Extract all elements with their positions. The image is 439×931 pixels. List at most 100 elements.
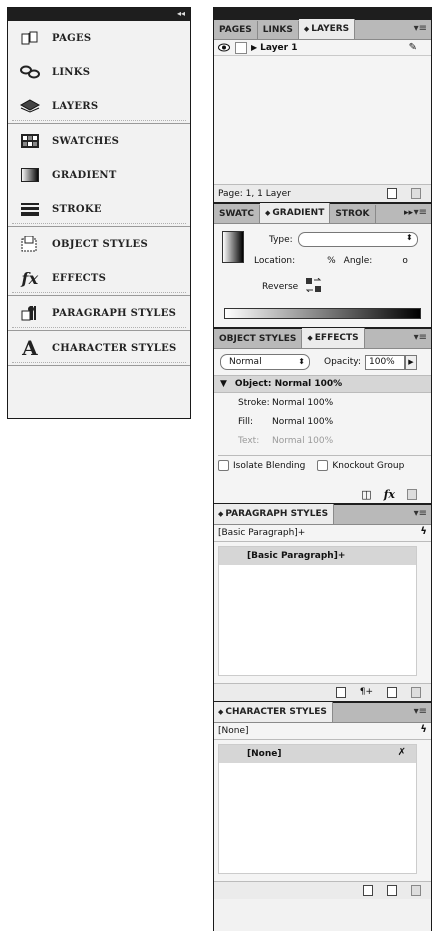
reverse-icon[interactable] [305, 277, 322, 295]
eye-icon[interactable] [217, 41, 231, 55]
tab-pages[interactable]: PAGES [214, 21, 258, 39]
tab-label: GRADIENT [272, 208, 325, 218]
tab-links[interactable]: LINKS [258, 21, 299, 39]
effects-panel: OBJECT STYLES ◆ EFFECTS ▾≡ Normal ⬍ Opaci… [214, 328, 431, 505]
dock-item-character-styles[interactable]: A CHARACTER STYLES [8, 331, 190, 365]
dock-item-label: CHARACTER STYLES [52, 342, 177, 354]
gradient-ramp[interactable] [224, 308, 421, 319]
new-style-icon[interactable] [387, 885, 397, 896]
character-style-list: [None] ✗ [218, 744, 417, 874]
lightning-icon[interactable]: ϟ [420, 526, 427, 537]
panel-group-1: PAGES LINKS LAYERS [8, 21, 190, 124]
type-label: Type: [269, 234, 293, 245]
layer-row[interactable]: ▶ Layer 1 ✎ [214, 40, 431, 56]
trash-icon[interactable] [411, 687, 421, 698]
gradient-panel: SWATC ◆ GRADIENT STROK ▸▸ ▾≡ Type: ⬍ Loca… [214, 203, 431, 329]
expand-triangle-icon[interactable]: ▶ [251, 43, 257, 52]
clear-overrides-icon[interactable]: ¶+ [360, 687, 373, 698]
trash-icon[interactable] [411, 188, 421, 199]
new-style-group-icon[interactable] [363, 885, 373, 896]
trash-icon[interactable] [411, 885, 421, 896]
dock-item-effects[interactable]: fx EFFECTS [8, 261, 190, 295]
row-value: Normal 100% [272, 435, 334, 446]
opacity-field[interactable]: 100% [365, 354, 405, 370]
dock-item-label: LAYERS [52, 100, 99, 112]
gradient-body: Type: ⬍ Location: % Angle: o Reverse [214, 224, 431, 328]
tab-label: LAYERS [311, 24, 350, 34]
effects-object-row[interactable]: ▼ Object: Normal 100% [214, 375, 431, 393]
panel-menu-icon[interactable]: ▾≡ [414, 23, 427, 34]
tab-object-styles[interactable]: OBJECT STYLES [214, 330, 303, 348]
blend-row: Normal ⬍ Opacity: 100% ▶ [220, 354, 417, 370]
select-arrow-icon: ⬍ [298, 357, 305, 366]
object-styles-icon [20, 235, 40, 253]
isolate-blending-checkbox[interactable] [218, 460, 229, 471]
dock-item-stroke[interactable]: STROKE [8, 192, 190, 226]
dock-item-paragraph-styles[interactable]: PARAGRAPH STYLES [8, 296, 190, 330]
panel-footer: ¶+ [214, 683, 431, 701]
panel-group-2: SWATCHES GRADIENT STROKE [8, 124, 190, 227]
panel-menu-icon[interactable]: ▾≡ [414, 706, 427, 717]
type-select[interactable]: ⬍ [297, 232, 418, 247]
stroke-icon [20, 200, 40, 218]
panel-menu-icon[interactable]: ▾≡ [414, 207, 427, 218]
gradient-swatch[interactable] [222, 231, 244, 263]
tab-character-styles[interactable]: ◆ CHARACTER STYLES [214, 702, 333, 722]
list-item[interactable]: [None] ✗ [219, 745, 416, 763]
panel-group-3: OBJECT STYLES fx EFFECTS [8, 227, 190, 296]
reverse-label: Reverse [262, 281, 299, 292]
fx-icon[interactable]: fx [384, 488, 395, 501]
list-item[interactable]: [Basic Paragraph]+ [219, 547, 416, 565]
clear-effects-icon[interactable]: ◫ [361, 488, 371, 501]
angle-unit: o [402, 256, 408, 266]
trash-icon[interactable] [407, 489, 417, 500]
effects-fill-row[interactable]: Fill: Normal 100% [214, 412, 431, 431]
knockout-group-checkbox[interactable] [317, 460, 329, 471]
tab-swatches[interactable]: SWATC [214, 205, 261, 223]
character-styles-panel: ◆ CHARACTER STYLES ▾≡ [None] ϟ [None] ✗ [214, 702, 431, 899]
row-value: Normal 100% [272, 397, 334, 408]
tab-gradient[interactable]: ◆ GRADIENT [260, 203, 331, 223]
tab-layers[interactable]: ◆ LAYERS [298, 19, 356, 39]
dock-item-label: LINKS [52, 66, 91, 78]
dock-item-label: PARAGRAPH STYLES [52, 307, 177, 319]
collapse-icon[interactable]: ◂◂ [177, 8, 185, 20]
panel-footer: Page: 1, 1 Layer [214, 184, 431, 202]
dock-item-gradient[interactable]: GRADIENT [8, 158, 190, 192]
dock-item-label: OBJECT STYLES [52, 238, 148, 250]
dock-item-links[interactable]: LINKS [8, 55, 190, 89]
effects-stroke-row[interactable]: Stroke: Normal 100% [214, 393, 431, 412]
object-row-text: Object: Normal 100% [234, 379, 343, 389]
swatches-icon [20, 132, 40, 150]
no-edit-icon: ✗ [397, 747, 406, 758]
panel-menu-icon[interactable]: ▾≡ [414, 508, 427, 519]
opacity-slider-button[interactable]: ▶ [405, 354, 417, 370]
new-style-group-icon[interactable] [335, 687, 346, 698]
dock-titlebar: ◂◂ [8, 8, 190, 21]
dock-item-object-styles[interactable]: OBJECT STYLES [8, 227, 190, 261]
effects-footer: ◫ fx [361, 488, 417, 501]
paragraph-styles-icon [20, 304, 40, 322]
dock-item-label: GRADIENT [52, 169, 117, 181]
layers-icon [20, 97, 40, 115]
tab-stroke[interactable]: STROK [330, 205, 376, 223]
dock-item-pages[interactable]: PAGES [8, 21, 190, 55]
blend-mode-select[interactable]: Normal ⬍ [220, 354, 310, 370]
lock-toggle[interactable] [235, 41, 247, 54]
lightning-icon[interactable]: ϟ [420, 724, 427, 735]
layer-name: Layer 1 [260, 42, 298, 53]
tab-paragraph-styles[interactable]: ◆ PARAGRAPH STYLES [214, 504, 335, 524]
character-styles-icon: A [22, 336, 38, 360]
tab-effects[interactable]: ◆ EFFECTS [302, 328, 365, 348]
location-row: Location: % Angle: o [254, 256, 408, 266]
new-layer-icon[interactable] [387, 188, 397, 199]
dock-item-swatches[interactable]: SWATCHES [8, 124, 190, 158]
row-value: Normal 100% [272, 416, 334, 427]
dock-item-layers[interactable]: LAYERS [8, 89, 190, 123]
panel-menu-icon[interactable]: ▾≡ [414, 332, 427, 343]
dock-item-label: SWATCHES [52, 135, 120, 147]
tab-arrows-icon: ◆ [218, 708, 224, 716]
new-style-icon[interactable] [387, 687, 397, 698]
collapse-triangle-icon[interactable]: ▼ [220, 379, 227, 389]
more-tabs-icon[interactable]: ▸▸ [404, 208, 413, 218]
